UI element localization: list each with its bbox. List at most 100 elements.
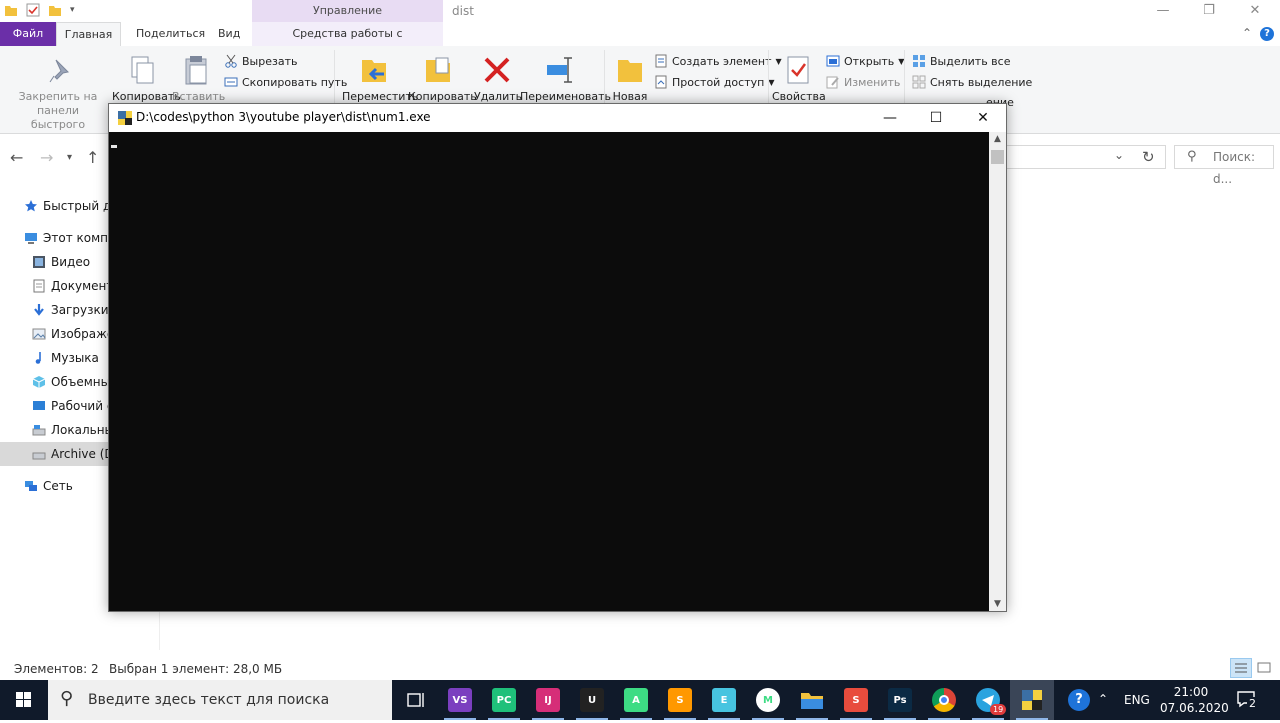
tab-share[interactable]: Поделиться bbox=[126, 22, 215, 46]
nav-this-pc[interactable]: Этот компь bbox=[0, 226, 108, 250]
nav-archive-drive[interactable]: Archive (D: bbox=[0, 442, 108, 466]
address-bar[interactable]: ⌄ ↻ bbox=[1006, 145, 1166, 169]
tab-file[interactable]: Файл bbox=[0, 22, 56, 46]
console-maximize-button[interactable]: ☐ bbox=[913, 104, 959, 132]
taskbar-app-sublime-text[interactable]: S bbox=[658, 680, 702, 720]
back-arrow-icon[interactable]: ← bbox=[10, 148, 23, 167]
show-hidden-icons-chevron-icon[interactable]: ⌃ bbox=[1098, 692, 1108, 706]
taskbar-search-box[interactable]: ⚲ Введите здесь текст для поиска bbox=[48, 680, 392, 720]
tab-app-tools[interactable]: Средства работы с приложениями bbox=[252, 22, 443, 64]
copy-button[interactable]: Копировать bbox=[112, 50, 181, 104]
copy-to-button[interactable]: Копировать bbox=[408, 50, 477, 104]
nav-quick-access[interactable]: Быстрый до bbox=[0, 194, 108, 218]
scroll-down-icon[interactable]: ▼ bbox=[989, 599, 1006, 609]
nav-videos[interactable]: Видео bbox=[0, 250, 108, 274]
tab-home[interactable]: Главная bbox=[56, 22, 121, 46]
delete-button[interactable]: Удалить bbox=[474, 50, 522, 104]
console-window[interactable]: D:\codes\python 3\youtube player\dist\nu… bbox=[108, 103, 1007, 612]
scroll-up-icon[interactable]: ▲ bbox=[989, 134, 1006, 144]
recent-locations-chevron-icon[interactable]: ▾ bbox=[67, 152, 72, 163]
taskbar-app-swift-app[interactable]: S bbox=[834, 680, 878, 720]
maximize-button[interactable]: ❐ bbox=[1186, 0, 1232, 22]
new-folder-icon[interactable] bbox=[48, 3, 62, 17]
nav-documents[interactable]: Документ bbox=[0, 274, 108, 298]
move-to-button[interactable]: Переместить bbox=[342, 50, 418, 104]
console-scrollbar[interactable]: ▲ ▼ bbox=[989, 132, 1006, 611]
rename-button[interactable]: Переименовать bbox=[520, 50, 611, 104]
forward-arrow-icon[interactable]: → bbox=[40, 148, 53, 167]
electron-app-icon: E bbox=[712, 688, 736, 712]
taskbar-app-task-view[interactable] bbox=[394, 680, 438, 720]
properties-icon bbox=[782, 54, 814, 86]
cut-button[interactable]: Вырезать bbox=[224, 54, 297, 68]
customize-qat-chevron-icon[interactable]: ▾ bbox=[70, 3, 84, 17]
language-indicator[interactable]: ENG bbox=[1124, 693, 1150, 707]
details-view-icon[interactable] bbox=[1230, 658, 1252, 678]
nav-downloads[interactable]: Загрузки bbox=[0, 298, 108, 322]
help-tray-icon[interactable]: ? bbox=[1068, 689, 1090, 711]
address-dropdown-chevron-icon[interactable]: ⌄ bbox=[1114, 148, 1124, 162]
swift-app-icon: S bbox=[844, 688, 868, 712]
nav-pictures[interactable]: Изображе bbox=[0, 322, 108, 346]
console-close-button[interactable]: ✕ bbox=[960, 104, 1006, 132]
console-output[interactable] bbox=[109, 132, 989, 611]
nav-music[interactable]: Музыка bbox=[0, 346, 108, 370]
tab-view[interactable]: Вид bbox=[208, 22, 250, 46]
nav-3d-objects[interactable]: Объемные bbox=[0, 370, 108, 394]
status-bar: Элементов: 2 Выбран 1 элемент: 28,0 МБ bbox=[0, 658, 1280, 680]
folder-icon[interactable] bbox=[4, 3, 18, 17]
taskbar-app-file-explorer[interactable] bbox=[790, 680, 834, 720]
console-titlebar[interactable]: D:\codes\python 3\youtube player\dist\nu… bbox=[109, 104, 1006, 132]
taskbar-app-photoshop[interactable]: Ps bbox=[878, 680, 922, 720]
clock[interactable]: 21:00 07.06.2020 bbox=[1160, 684, 1229, 716]
edit-button[interactable]: Изменить bbox=[826, 75, 900, 89]
search-input[interactable]: ⚲ Поиск: d... bbox=[1174, 145, 1274, 186]
new-folder-button[interactable]: Новая bbox=[610, 50, 650, 104]
taskbar-app-visual-studio[interactable]: VS bbox=[438, 680, 482, 720]
open-button[interactable]: Открыть ▼ bbox=[826, 54, 904, 68]
action-center-button[interactable]: 2 bbox=[1236, 690, 1260, 710]
notification-count: 2 bbox=[1247, 697, 1258, 710]
minimize-button[interactable]: — bbox=[1140, 0, 1186, 22]
copy-icon bbox=[126, 54, 158, 86]
intellij-icon: IJ bbox=[536, 688, 560, 712]
taskbar-app-telegram[interactable]: 19 bbox=[966, 680, 1010, 720]
select-none-icon bbox=[912, 75, 926, 89]
help-icon[interactable]: ? bbox=[1260, 27, 1274, 41]
context-tab-header: Управление bbox=[252, 0, 443, 22]
up-arrow-icon[interactable]: ↑ bbox=[86, 148, 99, 167]
pin-quick-access-button[interactable]: Закрепить на панели быстрого доступа bbox=[6, 50, 110, 146]
taskbar-app-python-console[interactable] bbox=[1010, 680, 1054, 720]
taskbar-app-maps-app[interactable]: M bbox=[746, 680, 790, 720]
copy-path-button[interactable]: Скопировать путь bbox=[224, 75, 347, 89]
taskbar-app-electron-app[interactable]: E bbox=[702, 680, 746, 720]
properties-check-icon[interactable] bbox=[26, 3, 40, 17]
scroll-thumb[interactable] bbox=[991, 150, 1004, 164]
new-item-button[interactable]: Создать элемент ▼ bbox=[654, 54, 782, 68]
console-minimize-button[interactable]: — bbox=[867, 104, 913, 132]
nav-desktop[interactable]: Рабочий с bbox=[0, 394, 108, 418]
close-button[interactable]: ✕ bbox=[1232, 0, 1278, 22]
nav-local-disk[interactable]: Локальны bbox=[0, 418, 108, 442]
properties-button[interactable]: Свойства bbox=[772, 50, 826, 104]
easy-access-button[interactable]: Простой доступ ▼ bbox=[654, 75, 774, 89]
large-icons-view-icon[interactable] bbox=[1256, 660, 1272, 676]
select-none-button[interactable]: Снять выделение bbox=[912, 75, 1032, 89]
taskbar-app-chrome[interactable] bbox=[922, 680, 966, 720]
nav-network[interactable]: Сеть bbox=[0, 474, 108, 498]
taskbar-app-intellij[interactable]: IJ bbox=[526, 680, 570, 720]
telegram-badge: 19 bbox=[990, 704, 1007, 715]
paste-button[interactable]: Вставить bbox=[172, 50, 225, 104]
open-icon bbox=[826, 54, 840, 68]
taskbar-app-unity[interactable]: U bbox=[570, 680, 614, 720]
taskbar-app-pycharm[interactable]: PC bbox=[482, 680, 526, 720]
move-to-icon bbox=[358, 54, 390, 86]
taskbar-app-android-studio[interactable]: A bbox=[614, 680, 658, 720]
start-button[interactable] bbox=[0, 680, 48, 720]
drive-icon bbox=[32, 423, 46, 437]
refresh-icon[interactable]: ↻ bbox=[1142, 148, 1155, 166]
select-all-button[interactable]: Выделить все bbox=[912, 54, 1010, 68]
task-view-icon bbox=[404, 688, 428, 712]
document-icon bbox=[32, 279, 46, 293]
collapse-ribbon-icon[interactable]: ⌃ bbox=[1242, 26, 1252, 40]
